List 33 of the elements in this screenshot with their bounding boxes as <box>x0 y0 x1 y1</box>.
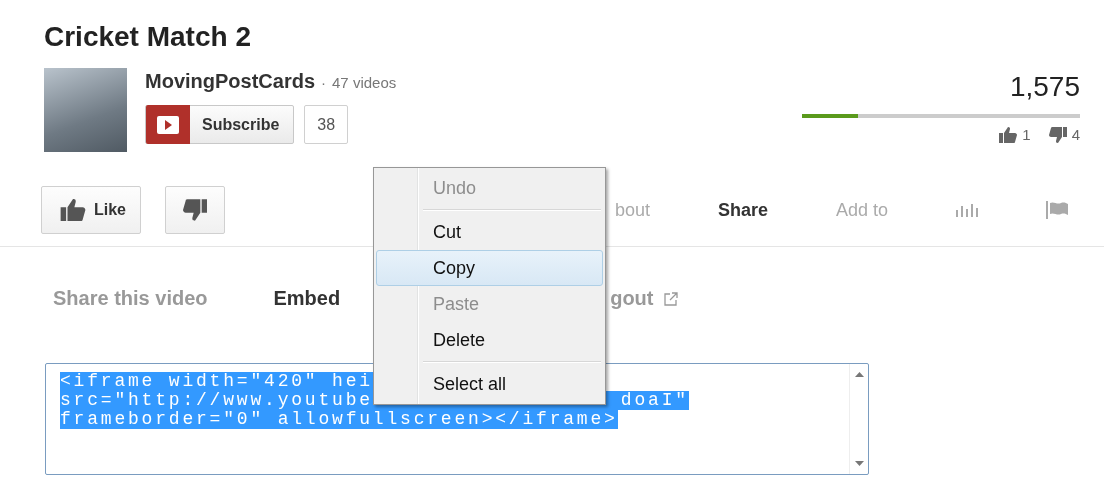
photo-placeholder[interactable] <box>44 68 127 152</box>
menu-item[interactable]: Select all <box>376 366 603 402</box>
subscriber-count: 38 <box>304 105 349 144</box>
menu-item[interactable]: Delete <box>376 322 603 358</box>
thumbs-down-icon <box>183 199 207 221</box>
scroll-up-icon[interactable] <box>854 372 864 377</box>
embed-tab[interactable]: Embed <box>273 287 341 310</box>
video-title: Cricket Match 2 <box>44 20 252 54</box>
channel-name[interactable]: MovingPostCards <box>145 70 316 93</box>
thumbs-down-icon <box>1048 126 1067 143</box>
like-count: 1 <box>1022 126 1031 143</box>
bar-chart-icon <box>956 203 978 217</box>
menu-item[interactable]: Copy <box>376 250 603 286</box>
dislike-count: 4 <box>1071 126 1080 143</box>
subscribe-button[interactable]: Subscribe <box>145 105 295 144</box>
code-text: src="http://www.youtube <box>60 391 373 410</box>
dislike-button[interactable] <box>165 186 225 234</box>
like-button[interactable]: Like <box>41 186 141 234</box>
view-count: 1,575 <box>1009 70 1080 104</box>
code-text: <iframe width="420" hei <box>60 372 373 391</box>
code-text: doaI" <box>620 391 689 410</box>
menu-item[interactable]: Cut <box>376 214 603 250</box>
report-tab[interactable] <box>1046 201 1068 219</box>
thumbs-up-icon <box>999 126 1018 143</box>
separator-dot: · <box>321 74 327 91</box>
tab[interactable]: Share <box>717 199 768 221</box>
video-count[interactable]: 47 videos <box>332 74 397 91</box>
thumbs-up-icon <box>60 199 86 221</box>
play-logo-icon <box>157 115 179 134</box>
statistics-tab[interactable] <box>956 203 978 217</box>
code-text: frameborder="0" allowfullscreen></iframe> <box>60 410 618 429</box>
flag-icon <box>1046 201 1068 219</box>
scroll-down-icon[interactable] <box>854 461 864 466</box>
